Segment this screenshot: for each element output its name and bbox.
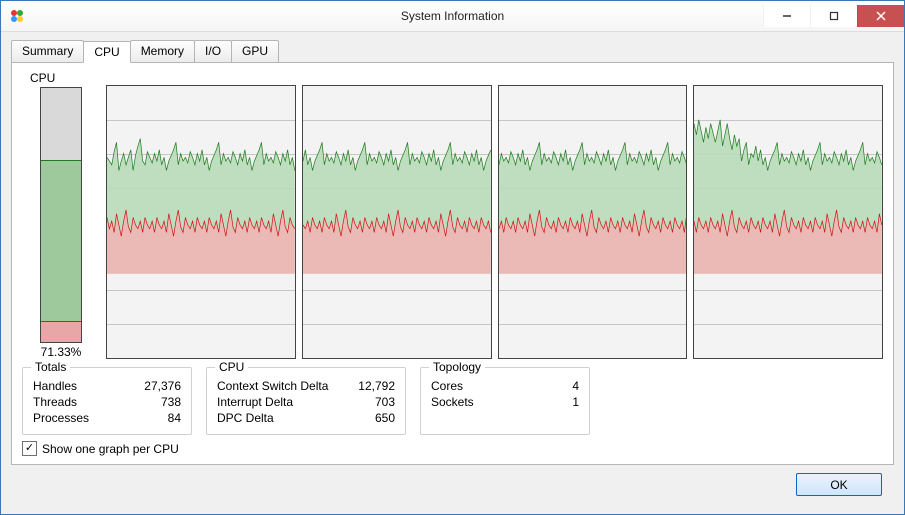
cpu-history-graph-1 [302, 85, 492, 359]
stat-label: DPC Delta [217, 410, 274, 426]
stat-label: Processes [33, 410, 89, 426]
stats-row: TotalsHandles27,376Threads738Processes84… [22, 367, 883, 435]
stat-label: Cores [431, 378, 463, 394]
tab-cpu[interactable]: CPU [83, 41, 130, 63]
per-cpu-checkbox-label: Show one graph per CPU [42, 442, 179, 456]
totals-group: TotalsHandles27,376Threads738Processes84 [22, 367, 192, 435]
cpu-history-graphs [106, 85, 883, 359]
titlebar: System Information [1, 1, 904, 32]
cpu-bar-column: CPU 71.33% [22, 71, 100, 359]
cpu-history-graph-3 [693, 85, 883, 359]
stat-value: 12,792 [358, 378, 395, 394]
cpu-usage-bar-user [41, 160, 81, 342]
topology-group: TopologyCores4Sockets1 [420, 367, 590, 435]
stat-row: DPC Delta 650 [217, 410, 395, 426]
stat-row: Context Switch Delta 12,792 [217, 378, 395, 394]
cpu-usage-bar [40, 87, 82, 343]
stat-label: Context Switch Delta [217, 378, 328, 394]
stat-value: 738 [161, 394, 181, 410]
minimize-button[interactable] [763, 5, 810, 27]
stat-row: Threads 738 [33, 394, 181, 410]
stat-value: 703 [375, 394, 395, 410]
stat-value: 650 [375, 410, 395, 426]
stat-row: Interrupt Delta 703 [217, 394, 395, 410]
tab-memory[interactable]: Memory [130, 40, 195, 62]
stat-value: 84 [168, 410, 181, 426]
stat-row: Sockets 1 [431, 394, 579, 410]
dialog-footer: OK [11, 465, 894, 504]
tab-i-o[interactable]: I/O [194, 40, 232, 62]
stat-label: Handles [33, 378, 77, 394]
window: System Information SummaryCPUMemoryI/OGP… [0, 0, 905, 515]
stat-row: Handles 27,376 [33, 378, 181, 394]
cpu-usage-bar-kernel [41, 321, 81, 342]
stat-value: 27,376 [144, 378, 181, 394]
cpu-bar-label: CPU [30, 71, 55, 85]
close-button[interactable] [857, 5, 904, 27]
maximize-button[interactable] [810, 5, 857, 27]
totals-legend: Totals [31, 360, 70, 374]
topology-legend: Topology [429, 360, 485, 374]
tab-panel-cpu: CPU 71.33% Totals Handles 27,376 Threads 738… [11, 62, 894, 465]
tab-gpu[interactable]: GPU [231, 40, 279, 62]
ok-button[interactable]: OK [796, 473, 882, 496]
stat-label: Threads [33, 394, 77, 410]
cpu-stats-group: CPUContext Switch Delta12,792Interrupt D… [206, 367, 406, 435]
stat-label: Sockets [431, 394, 474, 410]
stat-label: Interrupt Delta [217, 394, 293, 410]
cpu-history-graph-0 [106, 85, 296, 359]
cpu-history-graph-2 [498, 85, 688, 359]
app-icon [9, 8, 25, 24]
window-buttons [763, 5, 904, 27]
stat-row: Cores 4 [431, 378, 579, 394]
per-cpu-checkbox-row: Show one graph per CPU [22, 441, 883, 456]
charts-row: CPU 71.33% [22, 71, 883, 359]
stat-value: 1 [572, 394, 579, 410]
stat-row: Processes 84 [33, 410, 181, 426]
per-cpu-checkbox[interactable] [22, 441, 37, 456]
cpu-stats-legend: CPU [215, 360, 248, 374]
tab-summary[interactable]: Summary [11, 40, 84, 62]
client-area: SummaryCPUMemoryI/OGPU CPU 71.33% Totals… [1, 32, 904, 514]
tab-strip: SummaryCPUMemoryI/OGPU [11, 40, 894, 62]
stat-value: 4 [572, 378, 579, 394]
cpu-usage-percent: 71.33% [41, 345, 82, 359]
